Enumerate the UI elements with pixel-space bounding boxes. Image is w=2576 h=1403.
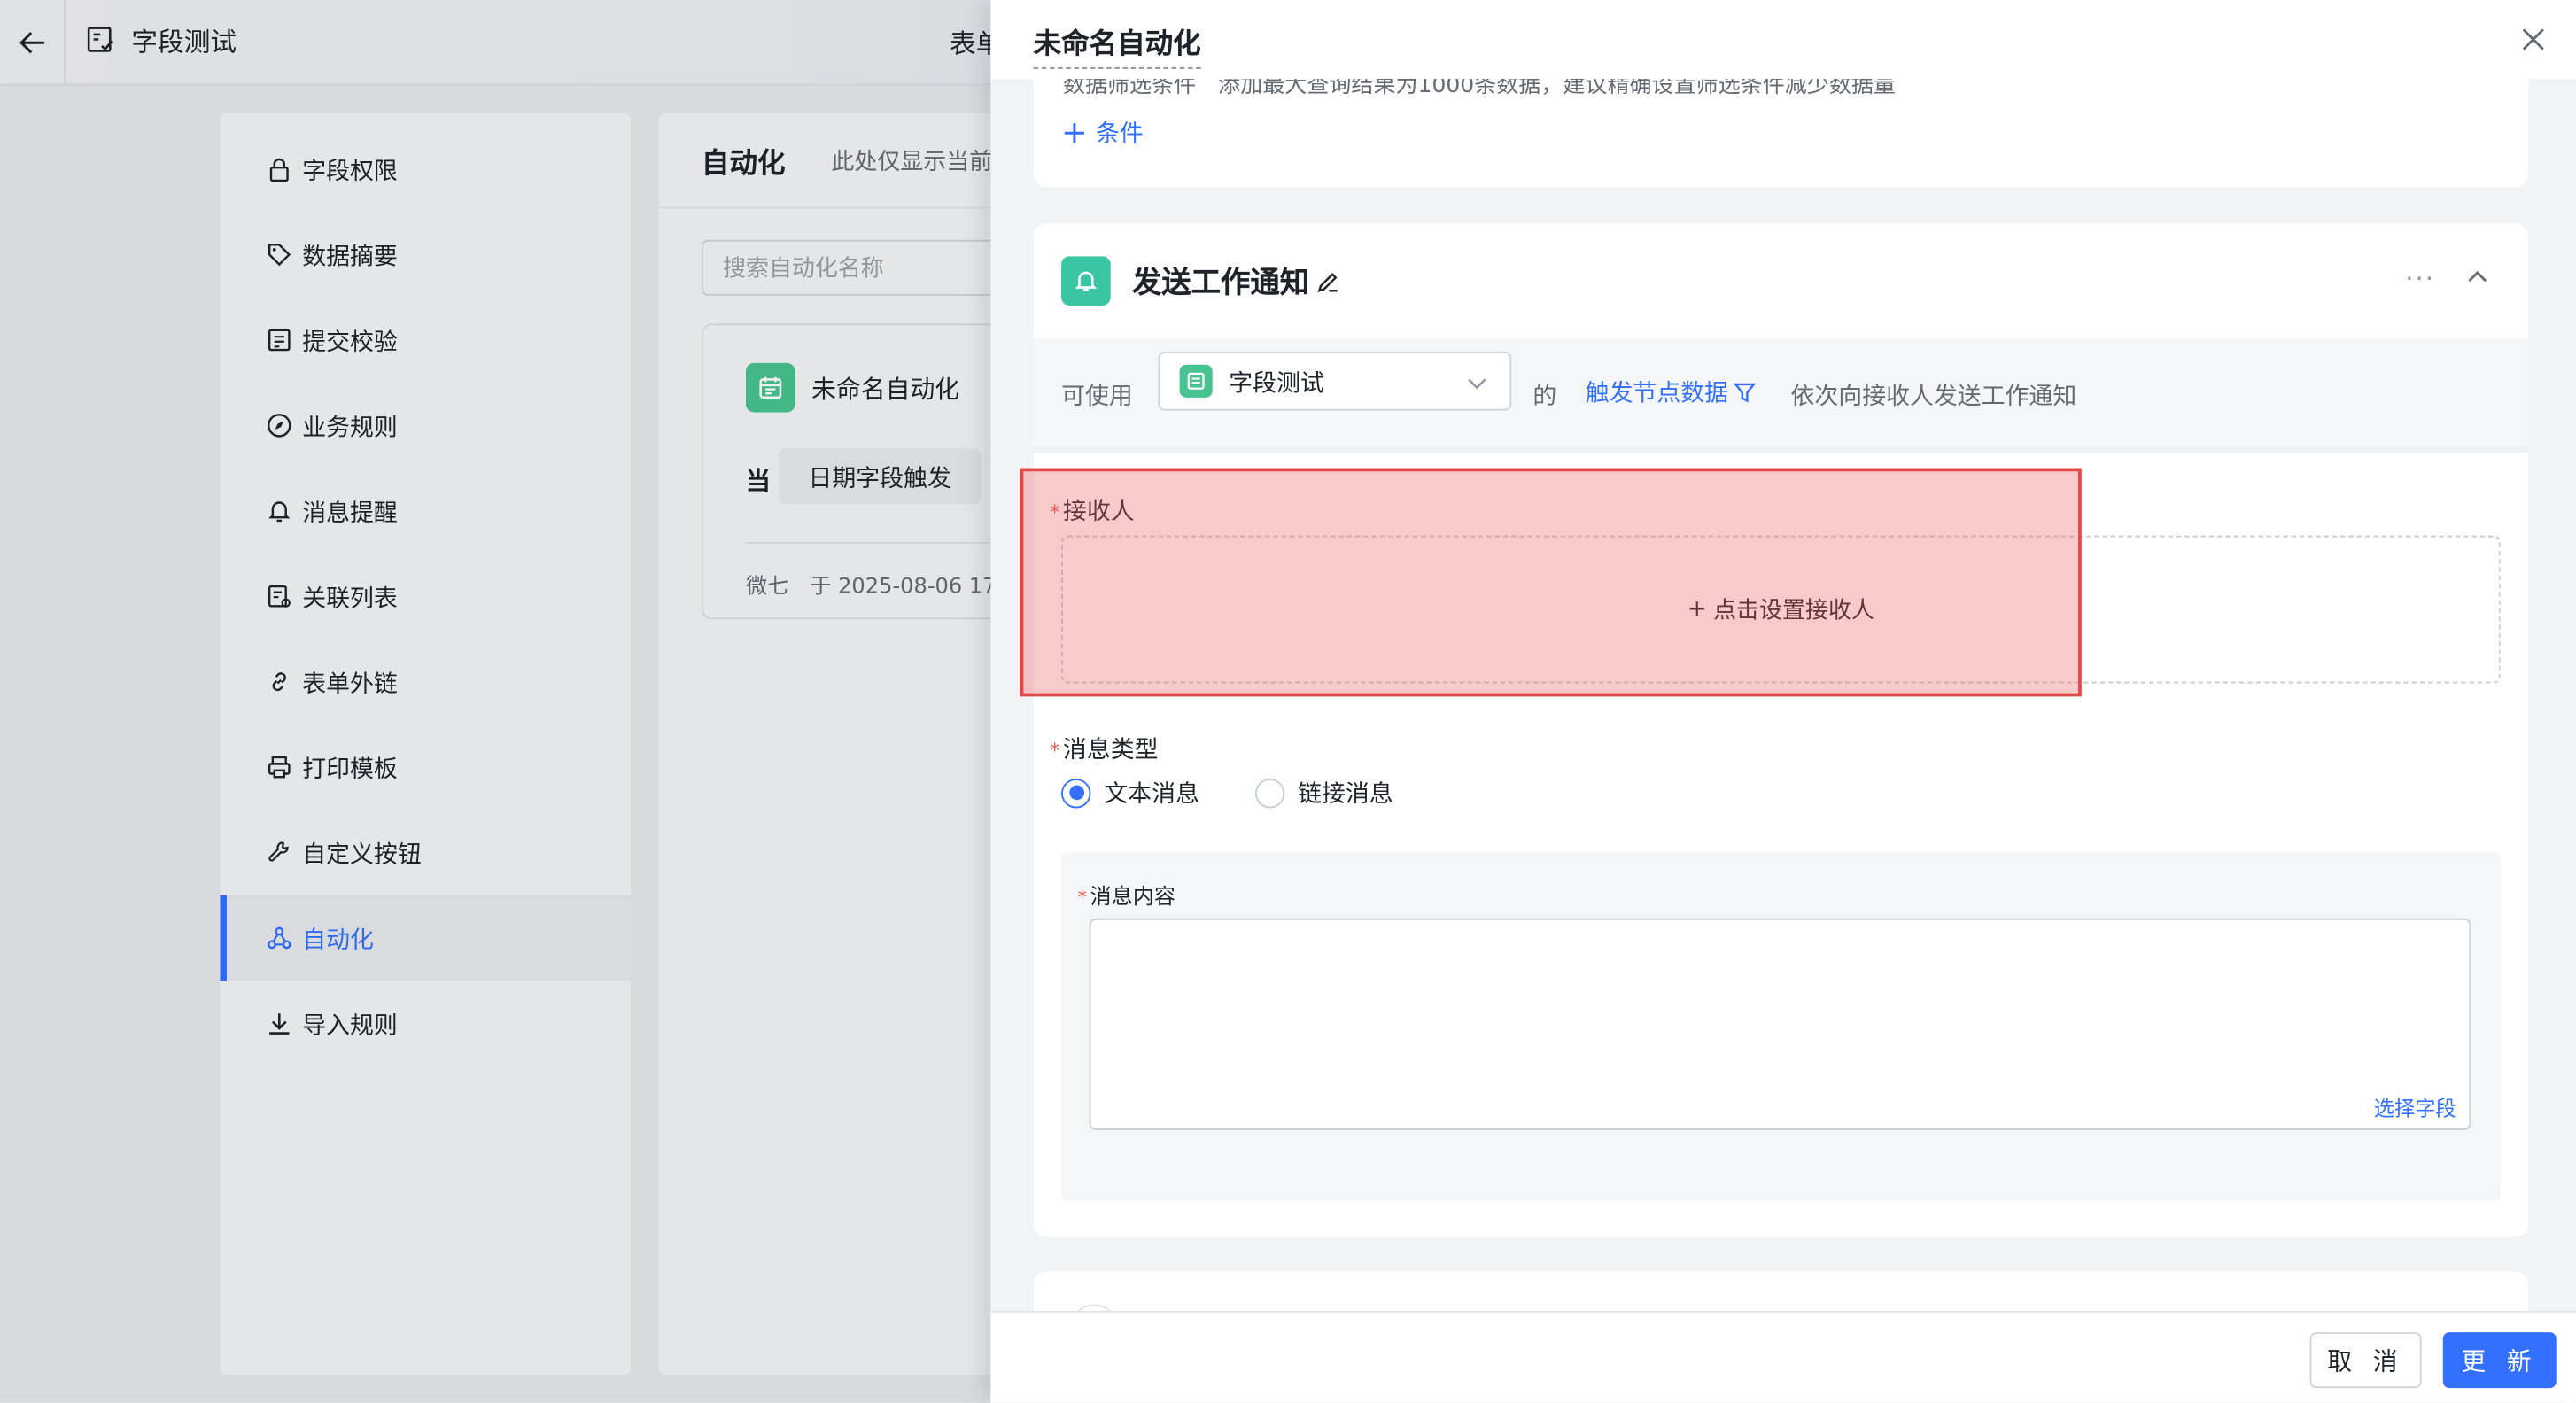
message-type-group: 文本消息 链接消息: [1061, 775, 1393, 810]
update-button[interactable]: 更 新: [2442, 1332, 2557, 1389]
action-name: 发送工作通知: [1132, 260, 1341, 302]
message-content-label: 消息内容: [1078, 879, 1175, 911]
form-select-value: 字段测试: [1229, 370, 1324, 397]
data-source-row: 可使用 字段测试 的 触发节点数据 依次向接收人发送工作通知: [1033, 338, 2529, 447]
close-icon[interactable]: [2520, 27, 2547, 53]
trigger-data-link[interactable]: 触发节点数据: [1586, 375, 1757, 409]
radio-link-message[interactable]: [1254, 778, 1285, 808]
drawer-footer: 取 消 更 新: [990, 1310, 2576, 1403]
radio-text-message[interactable]: [1061, 778, 1091, 808]
form-select-icon: [1179, 364, 1213, 398]
divider: [1033, 446, 2529, 453]
filter-icon: [1733, 382, 1757, 402]
action-card: 发送工作通知 ··· 可使用 字段测试 的 触发节点数据 依次向接收人发送工作通…: [1020, 223, 2529, 1237]
edit-icon[interactable]: [1316, 268, 1341, 293]
drawer-header: 未命名自动化: [990, 0, 2576, 80]
message-content-section: 消息内容 选择字段: [1061, 852, 2501, 1201]
highlight-box: [1020, 468, 2082, 697]
form-select[interactable]: 字段测试: [1158, 351, 1512, 411]
chevron-up-icon[interactable]: [2466, 266, 2489, 289]
message-type-label: 消息类型: [1050, 731, 1159, 765]
radio-label-link[interactable]: 链接消息: [1298, 775, 1393, 810]
chevron-down-icon: [1468, 378, 1486, 390]
add-condition-label: 条件: [1096, 121, 1144, 148]
of-label: 的: [1532, 384, 1557, 411]
action-name-text: 发送工作通知: [1131, 266, 1310, 301]
trigger-data-label: 触发节点数据: [1585, 381, 1729, 407]
drawer-body: 数据筛选条件 添加最大查询结果为1000条数据，建议精确设置筛选条件减少数据量 …: [990, 79, 2576, 1311]
bell-icon: [1061, 256, 1111, 306]
plus-icon: [1064, 122, 1085, 143]
next-action-card: [1033, 1271, 2529, 1311]
action-header: 发送工作通知 ···: [1034, 223, 2529, 338]
filter-hint: 数据筛选条件 添加最大查询结果为1000条数据，建议精确设置筛选条件减少数据量: [1062, 79, 1896, 99]
more-icon[interactable]: ···: [2405, 263, 2435, 294]
filter-card: 数据筛选条件 添加最大查询结果为1000条数据，建议精确设置筛选条件减少数据量 …: [1033, 79, 2529, 188]
send-description: 依次向接收人发送工作通知: [1790, 384, 2077, 411]
message-content-input[interactable]: 选择字段: [1089, 918, 2471, 1130]
usable-label: 可使用: [1061, 384, 1133, 411]
drawer-title[interactable]: 未命名自动化: [1033, 19, 1201, 69]
select-field-link[interactable]: 选择字段: [2374, 1090, 2456, 1121]
add-condition-button[interactable]: 条件: [1063, 115, 1144, 150]
radio-label-text[interactable]: 文本消息: [1104, 775, 1199, 810]
cancel-button[interactable]: 取 消: [2309, 1332, 2422, 1389]
action-icon-placeholder: [1069, 1304, 1119, 1311]
automation-drawer: 未命名自动化 数据筛选条件 添加最大查询结果为1000条数据，建议精确设置筛选条…: [990, 0, 2576, 1403]
